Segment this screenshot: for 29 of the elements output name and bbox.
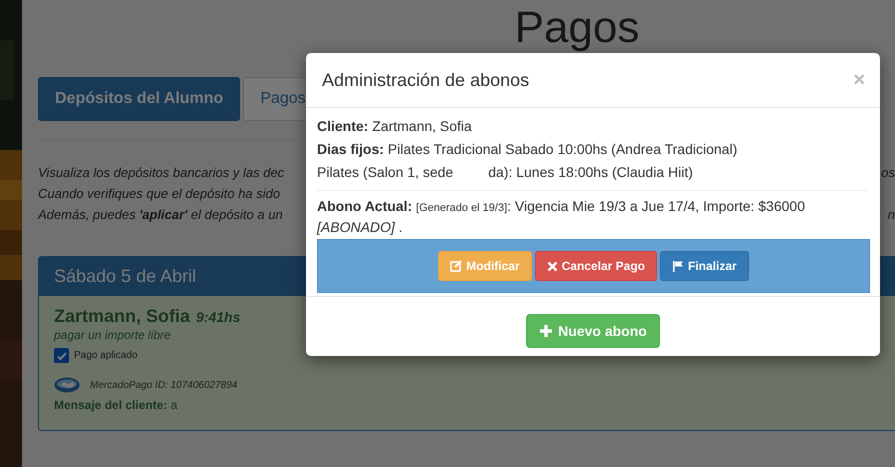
intro-text: n: [888, 206, 895, 224]
page-title: Pagos: [514, 3, 640, 53]
fixed-days: da): Lunes 18:00hs (Claudia Hiit): [488, 161, 693, 184]
intro-text: Además, puedes 'aplicar' el depósito a un: [38, 206, 283, 224]
checkbox[interactable]: [54, 348, 69, 363]
tab[interactable]: Depósitos del Alumno: [38, 77, 240, 121]
client-name: Zartmann, Sofia: [54, 306, 190, 327]
payment-time: 9:41hs: [196, 309, 240, 325]
edit-icon: [450, 260, 462, 272]
new-plan-button[interactable]: Nuevo abono: [526, 314, 660, 348]
fixed-days: Dias fijos: Pilates Tradicional Sabado 10:00hs (Andrea Tradicional): [317, 138, 875, 161]
intro-text: Cuando verifiques que el depósito ha sido: [38, 185, 280, 203]
intro-text: Visualiza los depósitos bancarios y las dec: [38, 164, 284, 182]
finish-button[interactable]: Finalizar: [660, 251, 749, 281]
current-plan: Abono Actual: [Generado el 19/3]: Vigencia Mie 19/3 a Jue 17/4, Importe: $36000 [ABONADO] .: [317, 197, 806, 237]
fixed-days: Pilates (Salon 1, sede: [317, 161, 454, 184]
payment-id: MercadoPago ID: 107406027894: [90, 380, 238, 390]
payment-concept: pagar un importe libre: [54, 328, 171, 342]
plus-icon: [539, 324, 554, 338]
checkbox-label: Pago aplicado: [74, 350, 138, 361]
flag-icon: [672, 260, 684, 272]
close-button[interactable]: ×: [853, 68, 865, 92]
close-icon: [546, 260, 558, 272]
intro-text: os: [881, 164, 895, 182]
modal-title: Administración de abonos: [322, 70, 530, 90]
edit-button[interactable]: Modificar: [438, 251, 532, 281]
handshake-icon: [54, 377, 80, 393]
client-message: Mensaje del cliente: a: [54, 398, 178, 412]
cancel-button[interactable]: Cancelar Pago: [534, 251, 658, 281]
